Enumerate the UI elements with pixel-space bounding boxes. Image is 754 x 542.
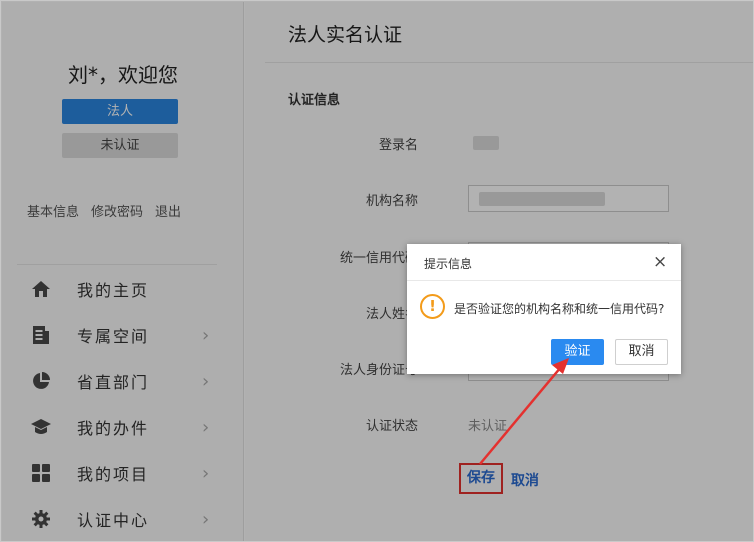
- dialog-cancel-button[interactable]: 取消: [615, 339, 668, 365]
- verify-button[interactable]: 验证: [551, 339, 604, 365]
- dialog-message: 是否验证您的机构名称和统一信用代码?: [454, 302, 665, 316]
- warning-icon: !: [420, 294, 445, 319]
- dialog-title: 提示信息: [424, 257, 473, 271]
- close-icon[interactable]: ×: [653, 252, 667, 272]
- dialog-header: 提示信息 ×: [407, 244, 681, 281]
- app-frame: 刘*，欢迎您 法人 未认证 基本信息 修改密码 退出 我的主页 专属空间 › 省…: [0, 0, 754, 542]
- confirm-dialog: 提示信息 × ! 是否验证您的机构名称和统一信用代码? 验证 取消: [407, 244, 681, 374]
